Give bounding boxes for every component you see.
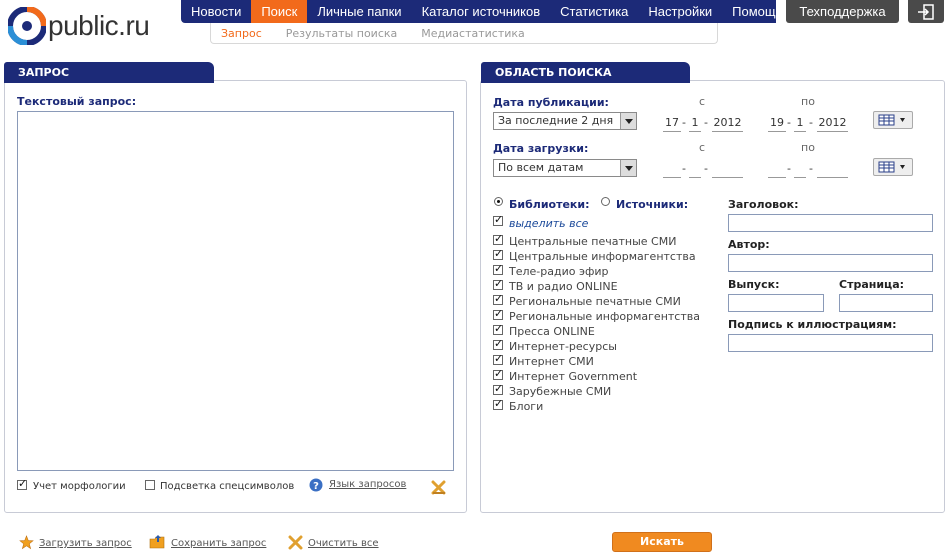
clear-all-icon[interactable] — [288, 535, 303, 550]
title-label: Заголовок: — [728, 198, 799, 211]
pub-date-to-year[interactable]: 2012 — [817, 114, 848, 132]
load-date-to-day[interactable] — [768, 160, 786, 178]
clear-all-link[interactable]: Очистить все — [308, 538, 379, 549]
load-date-from-month[interactable] — [689, 160, 701, 178]
select-all-link[interactable]: выделить все — [509, 217, 588, 230]
pub-date-select-value: За последние 2 дня — [498, 114, 614, 127]
load-date-to-label: по — [801, 141, 815, 154]
select-all-checkbox[interactable] — [493, 213, 503, 226]
query-language-link[interactable]: Язык запросов — [329, 479, 406, 490]
nav-settings[interactable]: Настройки — [638, 0, 722, 23]
text-query-input[interactable] — [17, 111, 454, 471]
pub-date-to-month[interactable]: 1 — [794, 114, 806, 132]
text-query-label: Текстовый запрос: — [17, 95, 137, 108]
sub-nav: Запрос Результаты поиска Медиастатистика — [210, 23, 718, 44]
logo-text: public.ru — [48, 10, 150, 41]
calendar-icon — [878, 161, 905, 173]
help-icon[interactable]: ? — [309, 478, 323, 492]
author-input[interactable] — [728, 254, 933, 272]
nav-news[interactable]: Новости — [181, 0, 251, 23]
load-date-to: - - — [768, 160, 848, 178]
source-checkbox[interactable] — [493, 382, 503, 395]
tab-query[interactable]: Запрос — [221, 27, 262, 40]
search-button[interactable]: Искать — [612, 532, 712, 552]
pub-date-calendar-button[interactable] — [873, 111, 913, 129]
source-checkbox[interactable] — [493, 397, 503, 410]
tab-media-statistics[interactable]: Медиастатистика — [421, 27, 525, 40]
main-nav: Новости Поиск Личные папки Каталог источ… — [181, 0, 776, 23]
clear-query-icon[interactable] — [431, 480, 447, 496]
chevron-down-icon — [620, 113, 636, 129]
scope-panel-tab: ОБЛАСТЬ ПОИСКА — [481, 62, 690, 83]
query-panel-tab: ЗАПРОС — [4, 62, 214, 83]
pub-date-to-day[interactable]: 19 — [768, 114, 786, 132]
pub-date-from-label: с — [699, 95, 706, 108]
nav-statistics[interactable]: Статистика — [550, 0, 638, 23]
source-checkbox[interactable] — [493, 262, 503, 275]
sources-label: Источники: — [616, 198, 689, 211]
calendar-icon — [878, 114, 905, 126]
tab-search-results[interactable]: Результаты поиска — [286, 27, 398, 40]
pub-date-from-year[interactable]: 2012 — [712, 114, 743, 132]
load-date-label: Дата загрузки: — [493, 142, 589, 155]
chevron-down-icon — [620, 160, 636, 176]
support-button[interactable]: Техподдержка — [786, 0, 899, 23]
pub-date-select[interactable]: За последние 2 дня — [493, 112, 637, 130]
source-checkbox[interactable] — [493, 352, 503, 365]
author-label: Автор: — [728, 238, 770, 251]
highlight-checkbox[interactable] — [145, 480, 155, 490]
source-checkbox[interactable] — [493, 322, 503, 335]
title-input[interactable] — [728, 214, 933, 232]
load-date-from-year[interactable] — [712, 160, 743, 178]
exit-icon — [918, 3, 934, 20]
source-checkbox[interactable] — [493, 277, 503, 290]
load-query-link[interactable]: Загрузить запрос — [39, 538, 132, 549]
save-folder-icon[interactable] — [149, 534, 167, 550]
load-date-to-year[interactable] — [817, 160, 848, 178]
page-input[interactable] — [839, 294, 933, 312]
load-date-from-label: с — [699, 141, 706, 154]
load-date-calendar-button[interactable] — [873, 158, 913, 176]
source-checkbox[interactable] — [493, 367, 503, 380]
libraries-label: Библиотеки: — [509, 198, 590, 211]
nav-source-catalog[interactable]: Каталог источников — [412, 0, 551, 23]
pub-date-from-day[interactable]: 17 — [663, 114, 681, 132]
issue-input[interactable] — [728, 294, 824, 312]
nav-search[interactable]: Поиск — [251, 0, 308, 23]
star-icon[interactable] — [19, 535, 34, 550]
load-date-select-value: По всем датам — [498, 161, 584, 174]
sources-radio[interactable] — [601, 197, 610, 206]
nav-help[interactable]: Помощь — [722, 0, 776, 23]
logo-icon — [8, 7, 46, 45]
pub-date-from: 17 - 1 - 2012 — [663, 114, 743, 132]
morphology-checkbox[interactable] — [17, 477, 27, 490]
source-checkbox[interactable] — [493, 247, 503, 260]
page-label: Страница: — [839, 278, 905, 291]
load-date-select[interactable]: По всем датам — [493, 159, 637, 177]
logo[interactable]: public.ru — [8, 4, 150, 48]
morphology-label: Учет морфологии — [33, 481, 126, 492]
source-checkbox[interactable] — [493, 292, 503, 305]
load-date-from: - - — [663, 160, 743, 178]
pub-date-label: Дата публикации: — [493, 96, 609, 109]
load-date-from-day[interactable] — [663, 160, 681, 178]
highlight-label: Подсветка спецсимволов — [160, 481, 295, 492]
issue-label: Выпуск: — [728, 278, 780, 291]
caption-label: Подпись к иллюстрациям: — [728, 318, 897, 331]
save-query-link[interactable]: Сохранить запрос — [171, 538, 266, 549]
load-date-to-month[interactable] — [794, 160, 806, 178]
svg-text:?: ? — [313, 481, 319, 492]
pub-date-to: 19 - 1 - 2012 — [768, 114, 848, 132]
exit-button[interactable] — [908, 0, 944, 23]
caption-input[interactable] — [728, 334, 933, 352]
libraries-radio[interactable] — [494, 197, 503, 206]
nav-personal-folders[interactable]: Личные папки — [307, 0, 411, 23]
source-checkbox[interactable] — [493, 307, 503, 320]
pub-date-to-label: по — [801, 95, 815, 108]
pub-date-from-month[interactable]: 1 — [689, 114, 701, 132]
source-checkbox[interactable] — [493, 232, 503, 245]
source-checkbox[interactable] — [493, 337, 503, 350]
